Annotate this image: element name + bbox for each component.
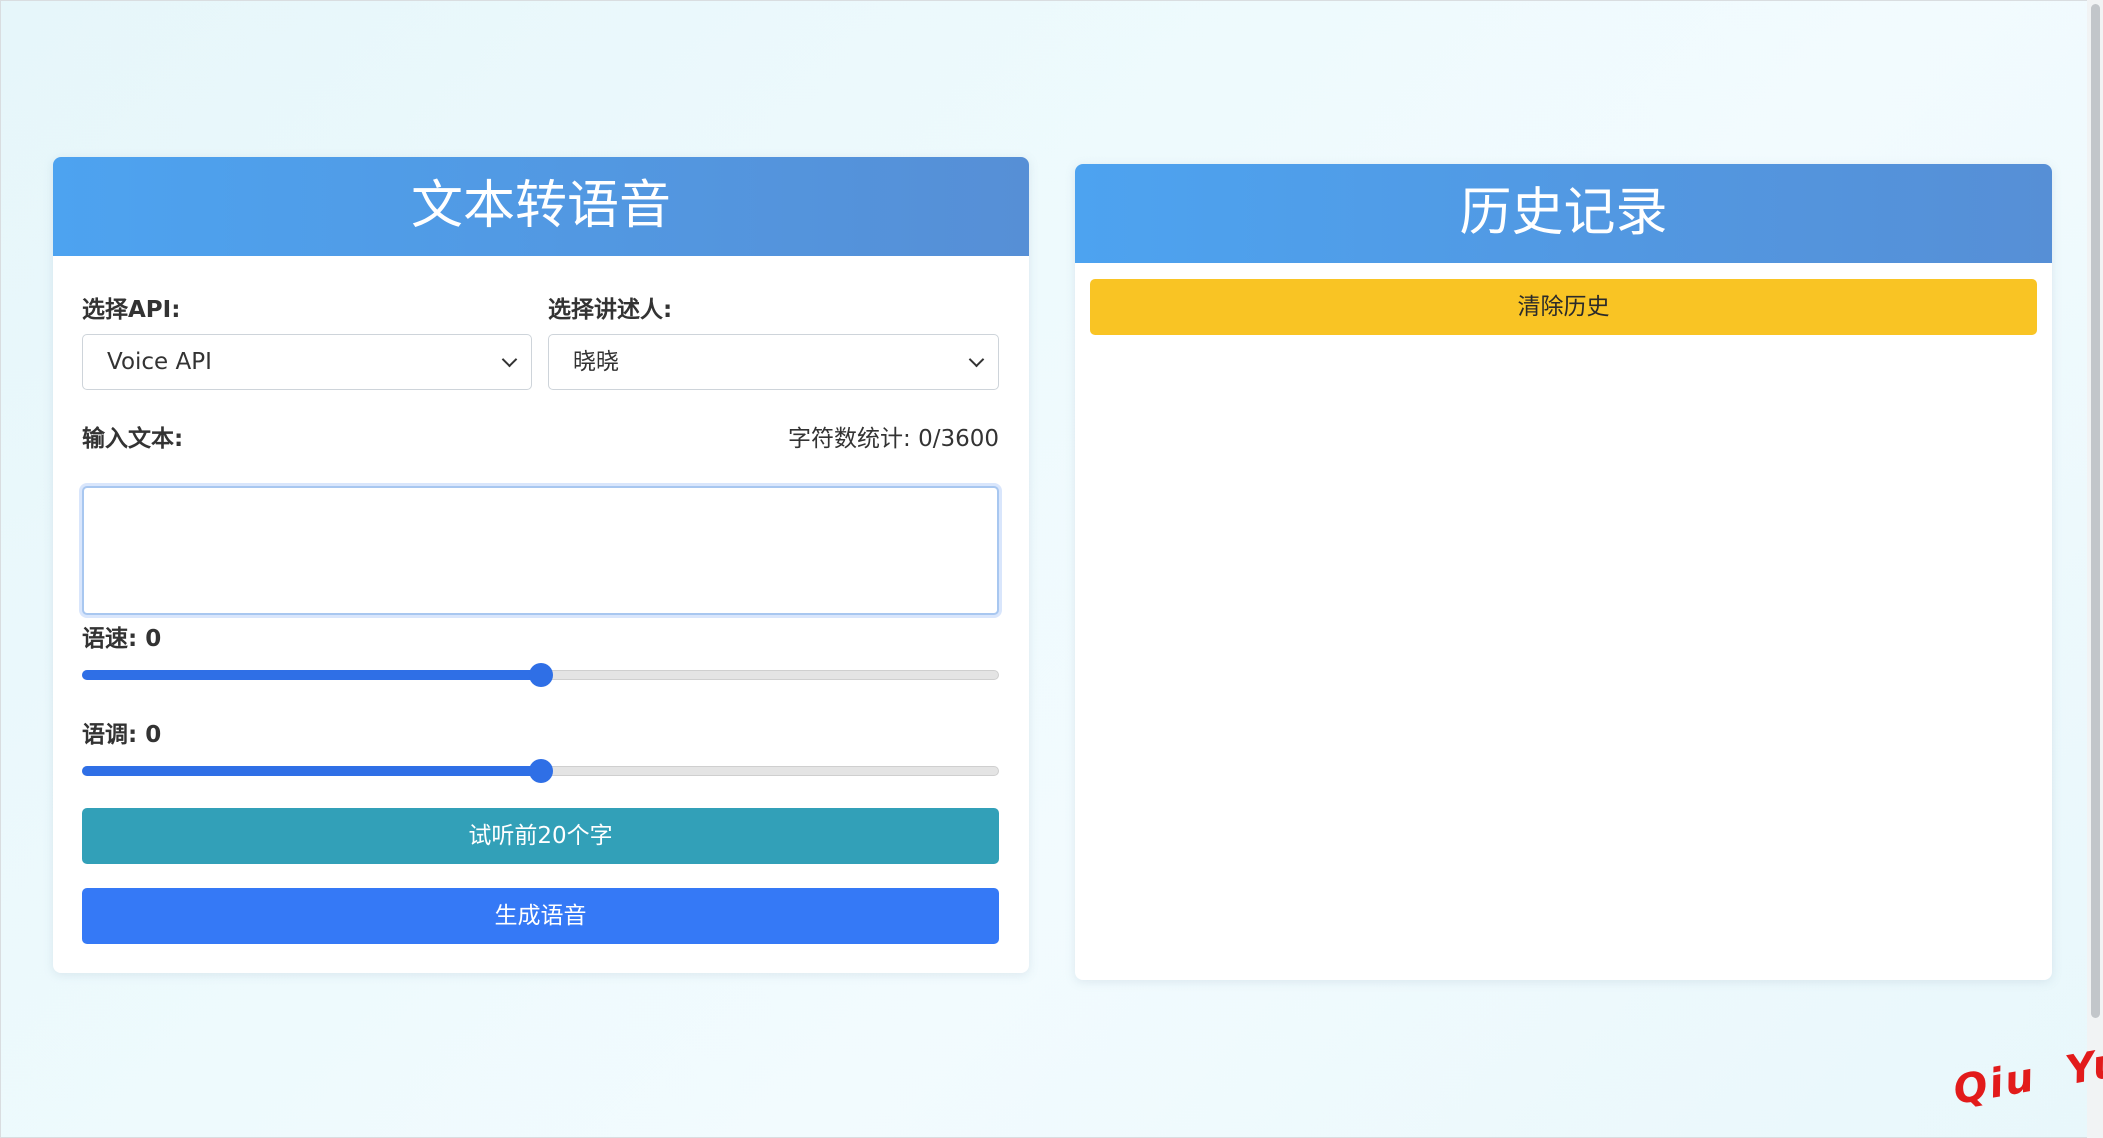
tts-panel: 文本转语音 选择API: Voice API 选择讲述人: 晓晓 输入文本: 字… [53,157,1029,973]
rate-slider-fill [82,670,541,680]
char-count-label: 字符数统计: [788,426,911,452]
generate-button[interactable]: 生成语音 [82,888,999,944]
chevron-down-icon [501,351,518,368]
page-scrollbar-thumb[interactable] [2091,4,2100,1018]
pitch-label-text: 语调: [82,722,138,748]
api-select[interactable]: Voice API [82,334,532,390]
rate-slider[interactable] [82,662,999,688]
text-input-label: 输入文本: [82,426,184,452]
char-count: 字符数统计: 0/3600 [788,419,999,453]
pitch-slider-thumb[interactable] [529,759,553,783]
history-panel: 历史记录 清除历史 [1075,164,2052,980]
pitch-slider[interactable] [82,758,999,784]
speaker-select-label: 选择讲述人: [548,297,673,323]
history-panel-title: 历史记录 [1075,164,2052,263]
text-input[interactable] [82,486,999,615]
rate-label: 语速: 0 [82,619,161,653]
speaker-select-value: 晓晓 [573,349,619,375]
char-count-value: 0/3600 [918,426,999,452]
rate-value: 0 [145,626,162,652]
rate-label-text: 语速: [82,626,138,652]
pitch-value: 0 [145,722,162,748]
api-select-value: Voice API [107,349,212,375]
history-list [1090,354,2037,954]
page-scrollbar[interactable] [2087,0,2103,1138]
chevron-down-icon [968,351,985,368]
api-select-label: 选择API: [82,297,181,323]
tts-panel-title: 文本转语音 [53,157,1029,256]
speaker-select[interactable]: 晓晓 [548,334,999,390]
clear-history-button[interactable]: 清除历史 [1090,279,2037,335]
pitch-slider-fill [82,766,541,776]
rate-slider-thumb[interactable] [529,663,553,687]
watermark-text: Qiu Yue [1950,1033,2103,1114]
pitch-label: 语调: 0 [82,715,161,749]
preview-button[interactable]: 试听前20个字 [82,808,999,864]
